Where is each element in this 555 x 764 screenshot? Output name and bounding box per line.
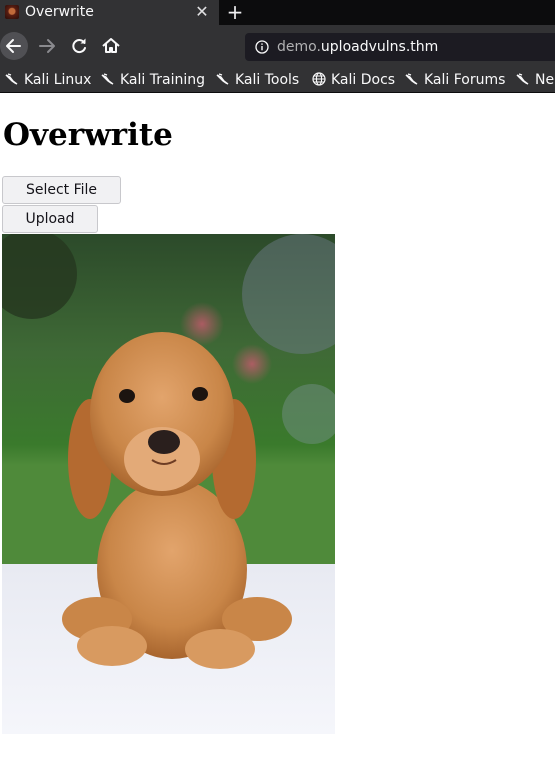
forward-button[interactable] (36, 34, 58, 58)
bookmark-label: Kali Docs (331, 72, 396, 88)
bookmark-netHunter-truncated[interactable]: Ne (516, 70, 554, 90)
url-subdomain: demo. (277, 39, 321, 55)
kali-dragon-icon (101, 73, 114, 85)
kali-dragon-icon (5, 73, 18, 85)
bookmark-label: Kali Training (120, 72, 205, 88)
reload-icon (72, 38, 86, 54)
globe-icon (312, 72, 326, 86)
info-icon[interactable] (255, 40, 269, 54)
tab-title: Overwrite (25, 4, 94, 20)
back-button[interactable] (0, 32, 28, 60)
tab-overwrite[interactable]: Overwrite ✕ (0, 0, 219, 25)
address-bar[interactable]: demo.uploadvulns.thm (245, 33, 555, 61)
close-tab-icon[interactable]: ✕ (193, 1, 211, 23)
url-text: demo.uploadvulns.thm (277, 38, 438, 56)
bookmark-kali-linux[interactable]: Kali Linux (5, 70, 91, 90)
select-file-button[interactable]: Select File (2, 176, 121, 204)
bookmark-kali-tools[interactable]: Kali Tools (216, 70, 299, 90)
navigation-bar: demo.uploadvulns.thm (0, 25, 555, 68)
bookmark-kali-docs[interactable]: Kali Docs (312, 70, 395, 90)
bookmark-label: Ne (535, 72, 555, 88)
back-arrow-icon (6, 39, 21, 53)
bookmarks-toolbar: Kali Linux Kali Training Kali Tools Kali… (0, 68, 555, 93)
page-title: Overwrite (3, 117, 173, 153)
kali-dragon-icon (405, 73, 418, 85)
home-button[interactable] (100, 34, 122, 58)
kali-dragon-icon (216, 73, 229, 85)
forward-arrow-icon (39, 39, 55, 53)
home-icon (102, 38, 120, 53)
new-tab-button[interactable]: + (224, 0, 246, 25)
reload-button[interactable] (68, 34, 90, 58)
bookmark-label: Kali Tools (235, 72, 300, 88)
bookmark-label: Kali Linux (24, 72, 92, 88)
tab-strip: Overwrite ✕ + (0, 0, 555, 25)
upload-button[interactable]: Upload (2, 205, 98, 233)
bookmark-kali-forums[interactable]: Kali Forums (405, 70, 505, 90)
kali-dragon-icon (516, 73, 529, 85)
puppy-photo (2, 234, 335, 734)
url-domain: uploadvulns.thm (320, 39, 439, 55)
bookmark-label: Kali Forums (424, 72, 506, 88)
bookmark-kali-training[interactable]: Kali Training (101, 70, 205, 90)
site-favicon-icon (5, 5, 19, 19)
